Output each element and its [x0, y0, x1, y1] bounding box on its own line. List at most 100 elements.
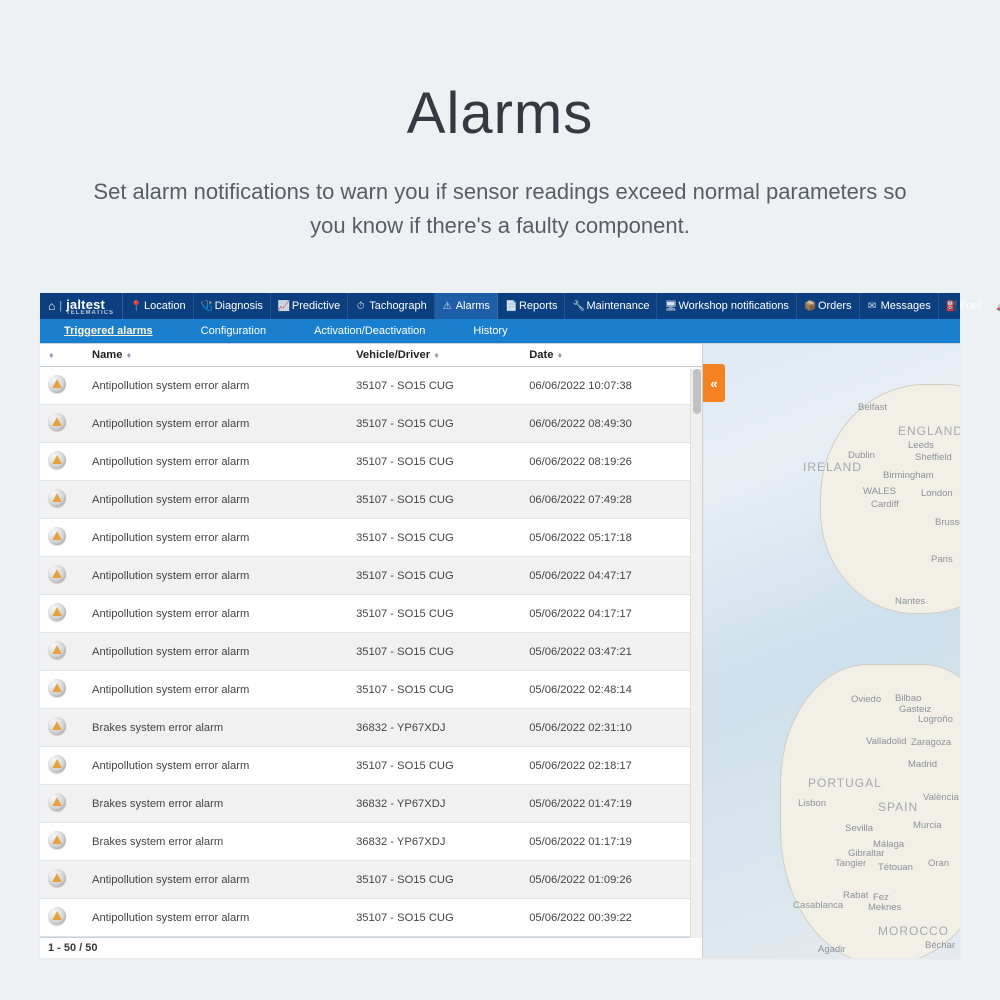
cell-date: 05/06/2022 01:09:26 [521, 861, 702, 899]
cell-name: Brakes system error alarm [84, 709, 348, 747]
cell-vehicle: 35107 - SO15 CUG [348, 481, 521, 519]
table-row[interactable]: Antipollution system error alarm35107 - … [40, 519, 702, 557]
cell-date: 05/06/2022 02:31:10 [521, 709, 702, 747]
cell-date: 05/06/2022 02:48:14 [521, 671, 702, 709]
map-label: Leeds [908, 440, 934, 451]
map-label: Paris [931, 554, 953, 565]
nav-workshop-notifications[interactable]: 🖥Workshop notifications [657, 293, 796, 319]
subnav-configuration[interactable]: Configuration [177, 319, 290, 343]
my-fleet-icon: 🚚 [996, 301, 1000, 312]
cell-vehicle: 35107 - SO15 CUG [348, 405, 521, 443]
table-row[interactable]: Antipollution system error alarm35107 - … [40, 443, 702, 481]
map-label: Nantes [895, 596, 925, 607]
map-label: Bilbao [895, 693, 921, 704]
cell-vehicle: 35107 - SO15 CUG [348, 747, 521, 785]
nav-my-fleet[interactable]: 🚚My fleet [989, 293, 1000, 319]
cell-vehicle: 35107 - SO15 CUG [348, 443, 521, 481]
table-row[interactable]: Brakes system error alarm36832 - YP67XDJ… [40, 709, 702, 747]
col-date[interactable]: Date ♦ [521, 344, 702, 367]
map-label: SPAIN [878, 800, 918, 814]
pager: 1 - 50 / 50 [40, 937, 702, 958]
table-row[interactable]: Antipollution system error alarm35107 - … [40, 747, 702, 785]
table-row[interactable]: Antipollution system error alarm35107 - … [40, 367, 702, 405]
subnav-activation-deactivation[interactable]: Activation/Deactivation [290, 319, 449, 343]
page-subtitle: Set alarm notifications to warn you if s… [80, 175, 920, 243]
cell-date: 05/06/2022 05:17:18 [521, 519, 702, 557]
nav-maintenance[interactable]: 🔧Maintenance [565, 293, 657, 319]
alarm-bulb-icon [48, 679, 66, 697]
alarms-icon: ⚠ [442, 301, 453, 312]
nav-messages[interactable]: ✉Messages [860, 293, 939, 319]
map-label: Logroño [918, 714, 953, 725]
messages-icon: ✉ [867, 301, 878, 312]
map-label: Sevilla [845, 823, 873, 834]
map-label: Valladolid [866, 736, 907, 747]
table-row[interactable]: Antipollution system error alarm35107 - … [40, 481, 702, 519]
nav-label: Location [144, 300, 186, 312]
nav-fuel[interactable]: ⛽Fuel [939, 293, 989, 319]
nav-label: Maintenance [586, 300, 649, 312]
alarms-table-panel: ♦ Name ♦ Vehicle/Driver ♦ Date ♦ Antipol… [40, 344, 702, 958]
cell-date: 05/06/2022 01:47:19 [521, 785, 702, 823]
cell-name: Brakes system error alarm [84, 823, 348, 861]
table-row[interactable]: Antipollution system error alarm35107 - … [40, 671, 702, 709]
map-label: PORTUGAL [808, 776, 882, 790]
col-vehicle[interactable]: Vehicle/Driver ♦ [348, 344, 521, 367]
map-label: Sheffield [915, 452, 952, 463]
hero-section: Alarms Set alarm notifications to warn y… [0, 0, 1000, 293]
nav-tachograph[interactable]: ⏱Tachograph [348, 293, 435, 319]
map-label: Murcia [913, 820, 942, 831]
diagnosis-icon: 🩺 [201, 301, 212, 312]
table-row[interactable]: Antipollution system error alarm35107 - … [40, 557, 702, 595]
cell-name: Antipollution system error alarm [84, 671, 348, 709]
table-row[interactable]: Antipollution system error alarm35107 - … [40, 899, 702, 937]
cell-date: 05/06/2022 04:17:17 [521, 595, 702, 633]
table-row[interactable]: Brakes system error alarm36832 - YP67XDJ… [40, 785, 702, 823]
map-label: Oviedo [851, 694, 881, 705]
map-label: WALES [863, 486, 896, 497]
alarm-bulb-icon [48, 375, 66, 393]
col-name[interactable]: Name ♦ [84, 344, 348, 367]
subnav-triggered-alarms[interactable]: Triggered alarms [40, 319, 177, 343]
scroll-thumb[interactable] [693, 369, 701, 414]
brand-block[interactable]: ⌂ | jaltest TELEMATICS [40, 293, 123, 319]
map-label: Zaragoza [911, 737, 951, 748]
cell-date: 05/06/2022 02:18:17 [521, 747, 702, 785]
nav-reports[interactable]: 📄Reports [498, 293, 566, 319]
table-row[interactable]: Brakes system error alarm36832 - YP67XDJ… [40, 823, 702, 861]
collapse-panel-button[interactable]: « [703, 364, 725, 402]
cell-name: Antipollution system error alarm [84, 899, 348, 937]
cell-name: Antipollution system error alarm [84, 747, 348, 785]
nav-predictive[interactable]: 📈Predictive [271, 293, 348, 319]
table-row[interactable]: Antipollution system error alarm35107 - … [40, 595, 702, 633]
map-label: Béchar [925, 940, 955, 951]
home-icon[interactable]: ⌂ [48, 299, 55, 313]
nav-location[interactable]: 📍Location [123, 293, 194, 319]
fuel-icon: ⛽ [946, 301, 957, 312]
app-frame: ⌂ | jaltest TELEMATICS 📍Location🩺Diagnos… [40, 293, 960, 958]
table-row[interactable]: Antipollution system error alarm35107 - … [40, 861, 702, 899]
table-row[interactable]: Antipollution system error alarm35107 - … [40, 405, 702, 443]
cell-date: 05/06/2022 00:39:22 [521, 899, 702, 937]
subnav-history[interactable]: History [449, 319, 531, 343]
cell-vehicle: 36832 - YP67XDJ [348, 785, 521, 823]
cell-vehicle: 35107 - SO15 CUG [348, 899, 521, 937]
scrollbar[interactable] [690, 369, 702, 938]
cell-date: 05/06/2022 04:47:17 [521, 557, 702, 595]
map-label: Agadir [818, 944, 845, 955]
cell-vehicle: 36832 - YP67XDJ [348, 709, 521, 747]
nav-diagnosis[interactable]: 🩺Diagnosis [194, 293, 271, 319]
alarm-bulb-icon [48, 641, 66, 659]
map-panel[interactable]: « BelfastDublinIRELANDENGLANDLeedsSheffi… [702, 344, 960, 958]
nav-label: Predictive [292, 300, 340, 312]
page-title: Alarms [80, 80, 920, 147]
col-icon[interactable]: ♦ [40, 344, 84, 367]
alarm-bulb-icon [48, 717, 66, 735]
nav-label: Fuel [960, 300, 981, 312]
nav-orders[interactable]: 📦Orders [797, 293, 860, 319]
cell-date: 06/06/2022 07:49:28 [521, 481, 702, 519]
nav-alarms[interactable]: ⚠Alarms [435, 293, 498, 319]
map-label: Oran [928, 858, 949, 869]
table-row[interactable]: Antipollution system error alarm35107 - … [40, 633, 702, 671]
cell-vehicle: 36832 - YP67XDJ [348, 823, 521, 861]
